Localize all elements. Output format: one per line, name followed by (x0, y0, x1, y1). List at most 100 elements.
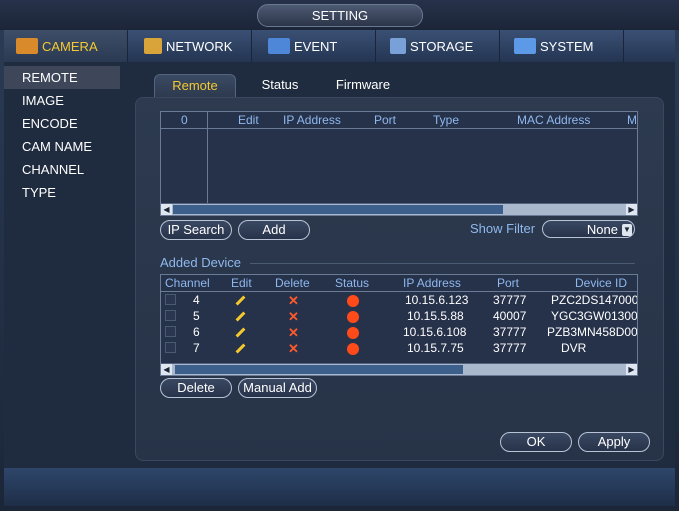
filter-select[interactable]: None ▼ (542, 220, 635, 238)
cell-device-id: PZC2DS147000 (551, 293, 638, 307)
cell-channel: 7 (193, 341, 200, 355)
col-type: Type (433, 113, 460, 127)
edit-pencil-icon[interactable] (235, 343, 246, 354)
scroll-thumb[interactable] (175, 365, 463, 374)
added-device-title: Added Device (160, 255, 241, 270)
cell-port: 40007 (493, 309, 527, 323)
delete-x-icon[interactable]: ✕ (288, 342, 299, 355)
storage-icon (390, 38, 406, 54)
status-offline-icon (347, 327, 359, 339)
search-table-header: 0 Edit IP Address Port Type MAC Address … (161, 112, 637, 129)
cell-ip: 10.15.5.88 (407, 309, 464, 323)
section-divider (250, 263, 635, 264)
col-ip-address: IP Address (403, 276, 461, 290)
cell-port: 37777 (493, 325, 527, 339)
cell-ip: 10.15.7.75 (407, 341, 464, 355)
scroll-left-icon[interactable]: ◀ (161, 204, 172, 215)
sidebar-item-encode[interactable]: ENCODE (4, 112, 120, 135)
col-port: Port (374, 113, 397, 127)
edit-pencil-icon[interactable] (235, 295, 246, 306)
edit-pencil-icon[interactable] (235, 327, 246, 338)
device-search-table: 0 Edit IP Address Port Type MAC Address … (160, 111, 638, 216)
sidebar-item-channel-type[interactable]: CHANNEL TYPE (4, 158, 120, 200)
ip-search-button[interactable]: IP Search (160, 220, 232, 240)
bottom-bar (4, 468, 675, 506)
sidebar-item-cam-name[interactable]: CAM NAME (4, 135, 120, 158)
delete-x-icon[interactable]: ✕ (288, 294, 299, 307)
scroll-thumb[interactable] (173, 205, 503, 214)
scroll-left-icon[interactable]: ◀ (161, 364, 172, 375)
manual-add-button[interactable]: Manual Add (238, 378, 317, 398)
apply-button[interactable]: Apply (578, 432, 650, 452)
row-checkbox[interactable] (165, 294, 176, 305)
ok-button[interactable]: OK (500, 432, 572, 452)
top-tab-bar: CAMERA NETWORK EVENT STORAGE SYSTEM (4, 30, 675, 62)
tab-network[interactable]: NETWORK (128, 30, 252, 62)
cell-device-id: YGC3GW013000 (551, 309, 638, 323)
event-icon (268, 38, 290, 54)
edit-pencil-icon[interactable] (235, 311, 246, 322)
col-delete: Delete (275, 276, 310, 290)
col-channel: Channel (165, 276, 210, 290)
system-icon (514, 38, 536, 54)
scroll-right-icon[interactable]: ▶ (626, 204, 637, 215)
tab-event[interactable]: EVENT (252, 30, 376, 62)
cell-ip: 10.15.6.108 (403, 325, 467, 339)
subtab-remote[interactable]: Remote (154, 74, 236, 97)
col-more: M (627, 113, 637, 127)
sidebar-item-remote[interactable]: REMOTE (4, 66, 120, 89)
col-mac-address: MAC Address (517, 113, 591, 127)
tab-storage-label: STORAGE (410, 38, 474, 54)
sidebar-item-image[interactable]: IMAGE (4, 89, 120, 112)
col-ip-address: IP Address (283, 113, 341, 127)
add-button[interactable]: Add (238, 220, 310, 240)
row-checkbox[interactable] (165, 342, 176, 353)
tab-network-label: NETWORK (166, 38, 233, 54)
row-checkbox[interactable] (165, 310, 176, 321)
filter-value: None (586, 222, 618, 237)
added-device-table: Channel Edit Delete Status IP Address Po… (160, 274, 638, 376)
added-table-header: Channel Edit Delete Status IP Address Po… (161, 275, 637, 292)
col-device-id: Device ID (575, 276, 628, 290)
cell-device-id: DVR (561, 341, 587, 355)
subtab-status[interactable]: Status (250, 74, 310, 96)
table-row[interactable]: 5 ✕ 10.15.5.88 40007 YGC3GW013000 (161, 308, 637, 324)
cell-device-id: PZB3MN458D00 (547, 325, 638, 339)
subtab-firmware[interactable]: Firmware (328, 74, 398, 96)
row-checkbox[interactable] (165, 326, 176, 337)
status-offline-icon (347, 343, 359, 355)
added-table-scrollbar[interactable]: ◀ ▶ (161, 363, 637, 375)
tab-camera[interactable]: CAMERA (4, 30, 128, 62)
show-filter-label: Show Filter (470, 221, 536, 236)
tab-system-label: SYSTEM (540, 38, 594, 54)
table-row[interactable]: 4 ✕ 10.15.6.123 37777 PZC2DS147000 (161, 292, 637, 308)
window-title: SETTING (257, 4, 423, 27)
cell-channel: 5 (193, 309, 200, 323)
col-port: Port (497, 276, 520, 290)
cell-channel: 4 (193, 293, 200, 307)
sidebar: REMOTE IMAGE ENCODE CAM NAME CHANNEL TYP… (4, 66, 120, 200)
tab-system[interactable]: SYSTEM (500, 30, 624, 62)
delete-x-icon[interactable]: ✕ (288, 310, 299, 323)
table-row[interactable]: 6 ✕ 10.15.6.108 37777 PZB3MN458D00 (161, 324, 637, 340)
tab-storage[interactable]: STORAGE (376, 30, 500, 62)
cell-ip: 10.15.6.123 (405, 293, 469, 307)
table-row[interactable]: 7 ✕ 10.15.7.75 37777 DVR (161, 340, 637, 356)
cell-port: 37777 (493, 341, 527, 355)
delete-button[interactable]: Delete (160, 378, 232, 398)
delete-x-icon[interactable]: ✕ (288, 326, 299, 339)
scroll-right-icon[interactable]: ▶ (626, 364, 637, 375)
status-offline-icon (347, 311, 359, 323)
cell-port: 37777 (493, 293, 527, 307)
chevron-down-icon[interactable]: ▼ (622, 224, 632, 236)
search-table-scrollbar[interactable]: ◀ ▶ (161, 203, 637, 215)
tab-camera-label: CAMERA (42, 38, 98, 54)
network-icon (144, 38, 162, 54)
col-index[interactable]: 0 (181, 112, 188, 128)
cell-channel: 6 (193, 325, 200, 339)
status-offline-icon (347, 295, 359, 307)
setting-window: SETTING CAMERA NETWORK EVENT STORAGE SYS… (0, 0, 679, 511)
col-edit: Edit (238, 113, 259, 127)
title-bar: SETTING (0, 0, 679, 30)
camera-icon (16, 38, 38, 54)
